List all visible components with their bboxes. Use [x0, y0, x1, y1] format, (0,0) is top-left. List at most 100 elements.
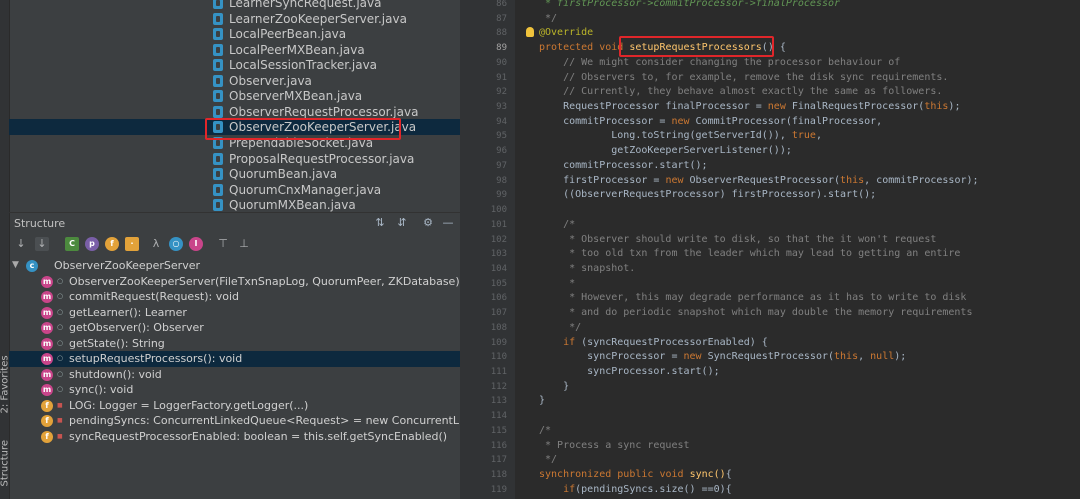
file-tree-item[interactable]: ProposalRequestProcessor.java — [9, 151, 460, 167]
autoscroll-to-source-icon[interactable]: ⊤ — [216, 237, 230, 251]
code-line[interactable]: * and do periodic snapshot which may dou… — [539, 306, 972, 321]
java-file-icon — [213, 12, 223, 25]
lightbulb-icon[interactable] — [526, 27, 534, 37]
structure-member[interactable]: m ○ sync(): void — [9, 382, 460, 398]
file-name: ObserverMXBean.java — [229, 89, 363, 104]
structure-member[interactable]: m ○ commitRequest(Request): void — [9, 289, 460, 305]
tree-root[interactable]: ▼ c ObserverZooKeeperServer — [9, 258, 460, 274]
file-tree-item[interactable]: QuorumMXBean.java — [9, 197, 460, 213]
show-lambdas-icon[interactable]: λ — [149, 237, 163, 251]
java-file-icon — [213, 74, 223, 87]
line-number: 98 — [496, 175, 507, 186]
file-name: Observer.java — [229, 73, 312, 88]
structure-member-label: sync(): void — [69, 383, 134, 397]
method-icon: m — [41, 353, 53, 366]
line-number: 104 — [490, 263, 507, 274]
autoscroll-from-source-icon[interactable]: ⊥ — [237, 237, 251, 251]
line-number: 115 — [490, 425, 507, 436]
show-inherited-icon[interactable]: C — [65, 237, 79, 251]
file-tree-item[interactable]: LearnerZooKeeperServer.java — [9, 11, 460, 27]
lock-icon: ■ — [57, 433, 63, 440]
file-tree-item[interactable]: QuorumBean.java — [9, 166, 460, 182]
lock-icon: ■ — [57, 417, 63, 425]
code-line[interactable]: * snapshot. — [539, 262, 635, 277]
code-line[interactable]: // We might consider changing the proces… — [539, 56, 900, 71]
code-line[interactable]: */ — [539, 453, 557, 468]
line-number: 103 — [490, 249, 507, 260]
code-line[interactable]: } — [539, 380, 569, 395]
code-line[interactable]: ((ObserverRequestProcessor) firstProcess… — [539, 188, 876, 203]
code-editor[interactable]: 86 87 88 89 90 91 92 93 94 95 96 97 98 99 100 101 102 103… — [460, 0, 1080, 499]
line-number: 91 — [496, 72, 507, 83]
gear-icon[interactable]: ⚙ — [421, 216, 435, 230]
code-line[interactable]: * too old txn from the leader which may … — [539, 247, 960, 262]
field-icon: f — [41, 431, 53, 443]
code-line[interactable]: */ — [539, 321, 581, 336]
file-name: LearnerZooKeeperServer.java — [229, 11, 407, 26]
show-anonymous-icon[interactable]: ○ — [169, 237, 183, 251]
code-line[interactable]: if (syncRequestProcessorEnabled) { — [539, 336, 768, 351]
file-tree-item[interactable]: LearnerSyncRequest.java — [9, 0, 460, 11]
java-file-icon — [213, 0, 223, 9]
file-tree-item[interactable]: LocalPeerBean.java — [9, 26, 460, 42]
visibility-icon: ○ — [57, 369, 64, 378]
file-tree-item[interactable]: Observer.java — [9, 73, 460, 89]
line-number: 116 — [490, 440, 507, 451]
code-line[interactable]: @Override — [539, 26, 593, 41]
file-tree-item[interactable]: QuorumCnxManager.java — [9, 182, 460, 198]
structure-header: Structure ⇅ ⇵ ⚙ — — [9, 212, 460, 235]
show-non-public-icon[interactable]: · — [125, 237, 139, 251]
show-fields-icon[interactable]: f — [105, 237, 119, 251]
structure-member[interactable]: m ○ getObserver(): Observer — [9, 320, 460, 336]
line-number: 119 — [490, 484, 507, 495]
code-line[interactable]: * Observer should write to disk, so that… — [539, 233, 936, 248]
line-number: 89 — [496, 43, 507, 54]
structure-member[interactable]: m ○ shutdown(): void — [9, 367, 460, 383]
structure-member[interactable]: m ○ setupRequestProcessors(): void — [9, 351, 460, 367]
show-interfaces-icon[interactable]: I — [189, 237, 203, 251]
code-line[interactable]: // Currently, they behave almost exactly… — [539, 85, 942, 100]
chevron-down-icon[interactable]: ▼ — [12, 258, 19, 274]
code-line[interactable]: * However, this may degrade performance … — [539, 291, 966, 306]
code-line[interactable]: * firstProcessor->commitProcessor->final… — [539, 0, 840, 12]
structure-member[interactable]: f ■ syncRequestProcessorEnabled: boolean =… — [9, 429, 460, 445]
minimize-icon[interactable]: — — [441, 216, 455, 230]
structure-member-label: LOG: Logger = LoggerFactory.getLogger(..… — [69, 398, 309, 412]
sort-alphabetically-icon[interactable]: ↓ — [35, 237, 49, 251]
structure-member[interactable]: m ○ ObserverZooKeeperServer(FileTxnSnapLog… — [9, 274, 460, 290]
code-line[interactable]: Long.toString(getServerId()), true, — [539, 129, 822, 144]
code-line[interactable]: firstProcessor = new ObserverRequestProc… — [539, 174, 978, 189]
code-line[interactable]: } — [539, 394, 545, 409]
show-properties-icon[interactable]: p — [85, 237, 99, 251]
code-line[interactable]: synchronized public void sync(){ — [539, 468, 732, 483]
code-line[interactable]: syncProcessor = new SyncRequestProcessor… — [539, 350, 906, 365]
project-panel: 2: Favorites Structure LearnerSyncReques… — [0, 0, 460, 499]
file-name: QuorumBean.java — [229, 167, 338, 182]
code-line[interactable]: /* — [539, 218, 575, 233]
code-line[interactable]: * Process a sync request — [539, 439, 690, 454]
expand-all-icon[interactable]: ⇅ — [373, 216, 387, 230]
structure-member[interactable]: f ■ LOG: Logger = LoggerFactory.getLogger(… — [9, 398, 460, 414]
code-line[interactable]: /* — [539, 424, 551, 439]
collapse-all-icon[interactable]: ⇵ — [395, 216, 409, 230]
code-line[interactable]: getZooKeeperServerListener()); — [539, 144, 792, 159]
sort-by-visibility-icon[interactable]: ↓ — [14, 237, 28, 251]
code-line[interactable]: if(pendingSyncs.size() ==0){ — [539, 483, 732, 498]
file-tree-item[interactable]: ObserverMXBean.java — [9, 88, 460, 104]
code-line[interactable]: * — [539, 277, 575, 292]
file-tree-item[interactable]: LocalSessionTracker.java — [9, 57, 460, 73]
code-line[interactable]: */ — [539, 12, 557, 27]
file-name: QuorumMXBean.java — [229, 198, 356, 213]
code-line[interactable]: // Observers to, for example, remove the… — [539, 71, 948, 86]
code-line[interactable]: syncProcessor.start(); — [539, 365, 719, 380]
code-line[interactable]: RequestProcessor finalProcessor = new Fi… — [539, 100, 960, 115]
structure-member[interactable]: f ■ pendingSyncs: ConcurrentLinkedQueue<Re… — [9, 413, 460, 429]
code-line[interactable]: commitProcessor.start(); — [539, 159, 708, 174]
structure-member[interactable]: m ○ getState(): String — [9, 336, 460, 352]
structure-member[interactable]: m ○ getLearner(): Learner — [9, 305, 460, 321]
method-icon: m — [41, 384, 53, 397]
file-tree-item[interactable]: LocalPeerMXBean.java — [9, 42, 460, 58]
code-line[interactable]: commitProcessor = new CommitProcessor(fi… — [539, 115, 882, 130]
file-highlight-box — [205, 118, 401, 140]
file-name: LearnerSyncRequest.java — [229, 0, 382, 10]
